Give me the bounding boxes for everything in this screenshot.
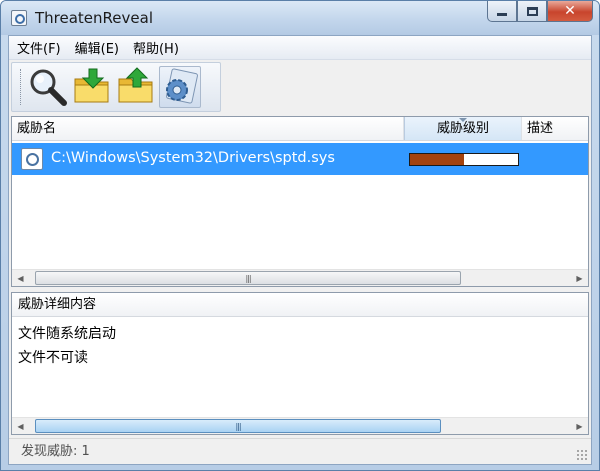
threat-list[interactable]: 威胁名 威胁级别 描述 C:\Windows\System32\Drivers\… bbox=[11, 116, 589, 287]
table-row[interactable]: C:\Windows\System32\Drivers\sptd.sys bbox=[12, 143, 588, 175]
threat-list-hscrollbar[interactable]: ◀ ||| ▶ bbox=[12, 269, 588, 286]
detail-pane: 威胁详细内容 文件随系统启动 文件不可读 ◀ ||| ▶ bbox=[11, 292, 589, 435]
settings-gear-icon bbox=[166, 68, 198, 104]
scan-button[interactable] bbox=[27, 66, 69, 108]
threat-level-bar bbox=[409, 153, 519, 166]
detail-hscrollbar[interactable]: ◀ ||| ▶ bbox=[12, 417, 588, 434]
toolbar-grip[interactable] bbox=[20, 69, 23, 105]
export-button[interactable] bbox=[115, 66, 157, 108]
scroll-left-icon[interactable]: ◀ bbox=[12, 418, 29, 434]
detail-line: 文件不可读 bbox=[18, 350, 88, 366]
status-bar: 发现威胁: 1 bbox=[9, 438, 591, 464]
toolbar bbox=[11, 62, 221, 112]
folder-upload-icon bbox=[118, 67, 153, 103]
resize-grip[interactable] bbox=[576, 449, 588, 461]
menu-edit[interactable]: 编辑(E) bbox=[68, 38, 126, 57]
scroll-thumb[interactable]: ||| bbox=[35, 419, 441, 433]
threat-path: C:\Windows\System32\Drivers\sptd.sys bbox=[51, 150, 335, 166]
menu-file[interactable]: 文件(F) bbox=[9, 38, 68, 57]
client-area: 文件(F) 编辑(E) 帮助(H) 威胁名 威胁级别 描述 C:\Windows… bbox=[8, 35, 592, 465]
detail-line: 文件随系统启动 bbox=[18, 326, 116, 342]
close-icon: ✕ bbox=[564, 3, 576, 19]
app-icon[interactable] bbox=[11, 10, 27, 26]
status-text: 发现威胁: 1 bbox=[21, 444, 90, 459]
column-header-level-label: 威胁级别 bbox=[436, 121, 489, 136]
scroll-right-icon[interactable]: ▶ bbox=[571, 270, 588, 286]
column-header-level[interactable]: 威胁级别 bbox=[404, 117, 522, 140]
menu-help[interactable]: 帮助(H) bbox=[126, 38, 186, 57]
scroll-left-icon[interactable]: ◀ bbox=[12, 270, 29, 286]
import-button[interactable] bbox=[71, 66, 113, 108]
sort-arrow-icon bbox=[459, 118, 467, 122]
file-scan-icon bbox=[21, 148, 43, 170]
scroll-thumb[interactable]: ||| bbox=[35, 271, 461, 285]
magnifier-icon bbox=[30, 69, 67, 106]
folder-download-icon bbox=[74, 68, 109, 103]
title-bar[interactable]: ThreatenReveal ✕ bbox=[1, 1, 599, 35]
scroll-right-icon[interactable]: ▶ bbox=[571, 418, 588, 434]
settings-button[interactable] bbox=[159, 66, 201, 108]
maximize-icon bbox=[526, 6, 538, 16]
minimize-button[interactable] bbox=[487, 1, 517, 22]
column-header-description[interactable]: 描述 bbox=[522, 117, 588, 140]
column-header-name[interactable]: 威胁名 bbox=[12, 117, 404, 140]
app-window: ThreatenReveal ✕ 文件(F) 编辑(E) 帮助(H) 威胁名 威… bbox=[0, 0, 600, 471]
minimize-icon bbox=[497, 12, 507, 16]
window-title: ThreatenReveal bbox=[35, 9, 153, 27]
window-controls: ✕ bbox=[487, 1, 593, 23]
menu-bar: 文件(F) 编辑(E) 帮助(H) bbox=[9, 36, 591, 60]
threat-level-fill bbox=[410, 154, 464, 165]
detail-header: 威胁详细内容 bbox=[12, 293, 588, 317]
maximize-button[interactable] bbox=[517, 1, 547, 22]
list-header: 威胁名 威胁级别 描述 bbox=[12, 117, 588, 141]
close-button[interactable]: ✕ bbox=[547, 1, 593, 22]
